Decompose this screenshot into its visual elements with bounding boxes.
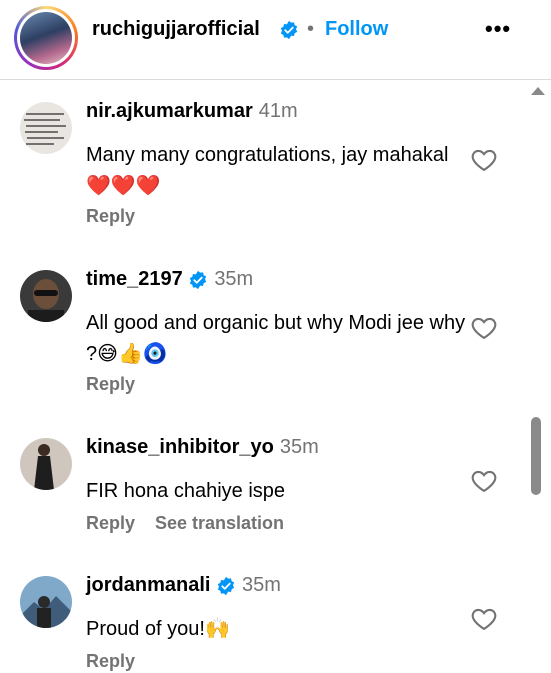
- comment-username-text[interactable]: jordanmanali: [86, 574, 210, 596]
- like-heart-icon[interactable]: [470, 146, 498, 174]
- comment-time: 35m: [279, 436, 319, 458]
- scroll-up-arrow-icon[interactable]: [531, 87, 545, 95]
- comment-username-text[interactable]: time_2197: [86, 268, 183, 290]
- comment-text: All good and organic but why Modi jee wh…: [86, 312, 466, 365]
- comment-username-text[interactable]: nir.ajkumarkumar: [86, 100, 253, 122]
- comment-text: FIR hona chahiye ispe: [86, 480, 286, 502]
- text-image-avatar[interactable]: [20, 102, 72, 154]
- comment-time: 35m: [214, 268, 254, 290]
- reply-button[interactable]: Reply: [86, 206, 135, 227]
- scrollbar[interactable]: [525, 81, 551, 673]
- comment-item: nir.ajkumarkumar 41m Many many congratula…: [0, 100, 525, 250]
- separator-dot: •: [307, 18, 315, 40]
- reply-button[interactable]: Reply: [86, 374, 135, 395]
- scrollbar-thumb[interactable]: [531, 417, 541, 495]
- comment-username[interactable]: kinase_inhibitor_yo 35m: [86, 436, 319, 459]
- comment-time: 41m: [258, 100, 298, 122]
- comment-username[interactable]: nir.ajkumarkumar 41m: [86, 100, 298, 123]
- person-mountain-avatar[interactable]: [20, 576, 72, 628]
- comment-time: 35m: [242, 574, 281, 596]
- verified-badge-icon: [279, 20, 299, 40]
- reply-button[interactable]: Reply: [86, 651, 135, 672]
- comment-item: time_2197 35m All good and organic but w…: [0, 268, 525, 418]
- comment-username[interactable]: time_2197 35m: [86, 268, 253, 291]
- more-options-icon[interactable]: •••: [485, 16, 511, 42]
- comment-text: Proud of you!🙌: [86, 618, 230, 640]
- profile-photo: [20, 12, 72, 64]
- comment-username[interactable]: jordanmanali 35m: [86, 574, 281, 597]
- comment-item: jordanmanali 35m Proud of you!🙌 Reply: [0, 574, 525, 673]
- verified-badge-icon: [217, 576, 235, 595]
- comment-text: Many many congratulations, jay mahakal ❤…: [86, 144, 449, 197]
- follow-button[interactable]: Follow: [325, 18, 388, 41]
- person-dress-avatar[interactable]: [20, 438, 72, 490]
- person-sunglasses-avatar[interactable]: [20, 270, 72, 322]
- post-header: ruchigujjarofficial • Follow •••: [0, 0, 551, 80]
- like-heart-icon[interactable]: [470, 605, 498, 633]
- like-heart-icon[interactable]: [470, 467, 498, 495]
- see-translation-button[interactable]: See translation: [155, 513, 284, 534]
- comment-username-text[interactable]: kinase_inhibitor_yo: [86, 436, 274, 458]
- comments-list[interactable]: nir.ajkumarkumar 41m Many many congratula…: [0, 81, 525, 673]
- profile-username[interactable]: ruchigujjarofficial: [92, 18, 260, 41]
- verified-badge-icon: [190, 270, 207, 289]
- profile-avatar[interactable]: [14, 6, 78, 70]
- comment-item: kinase_inhibitor_yo 35m FIR hona chahiye …: [0, 436, 525, 556]
- like-heart-icon[interactable]: [470, 314, 498, 342]
- reply-button[interactable]: Reply: [86, 513, 135, 534]
